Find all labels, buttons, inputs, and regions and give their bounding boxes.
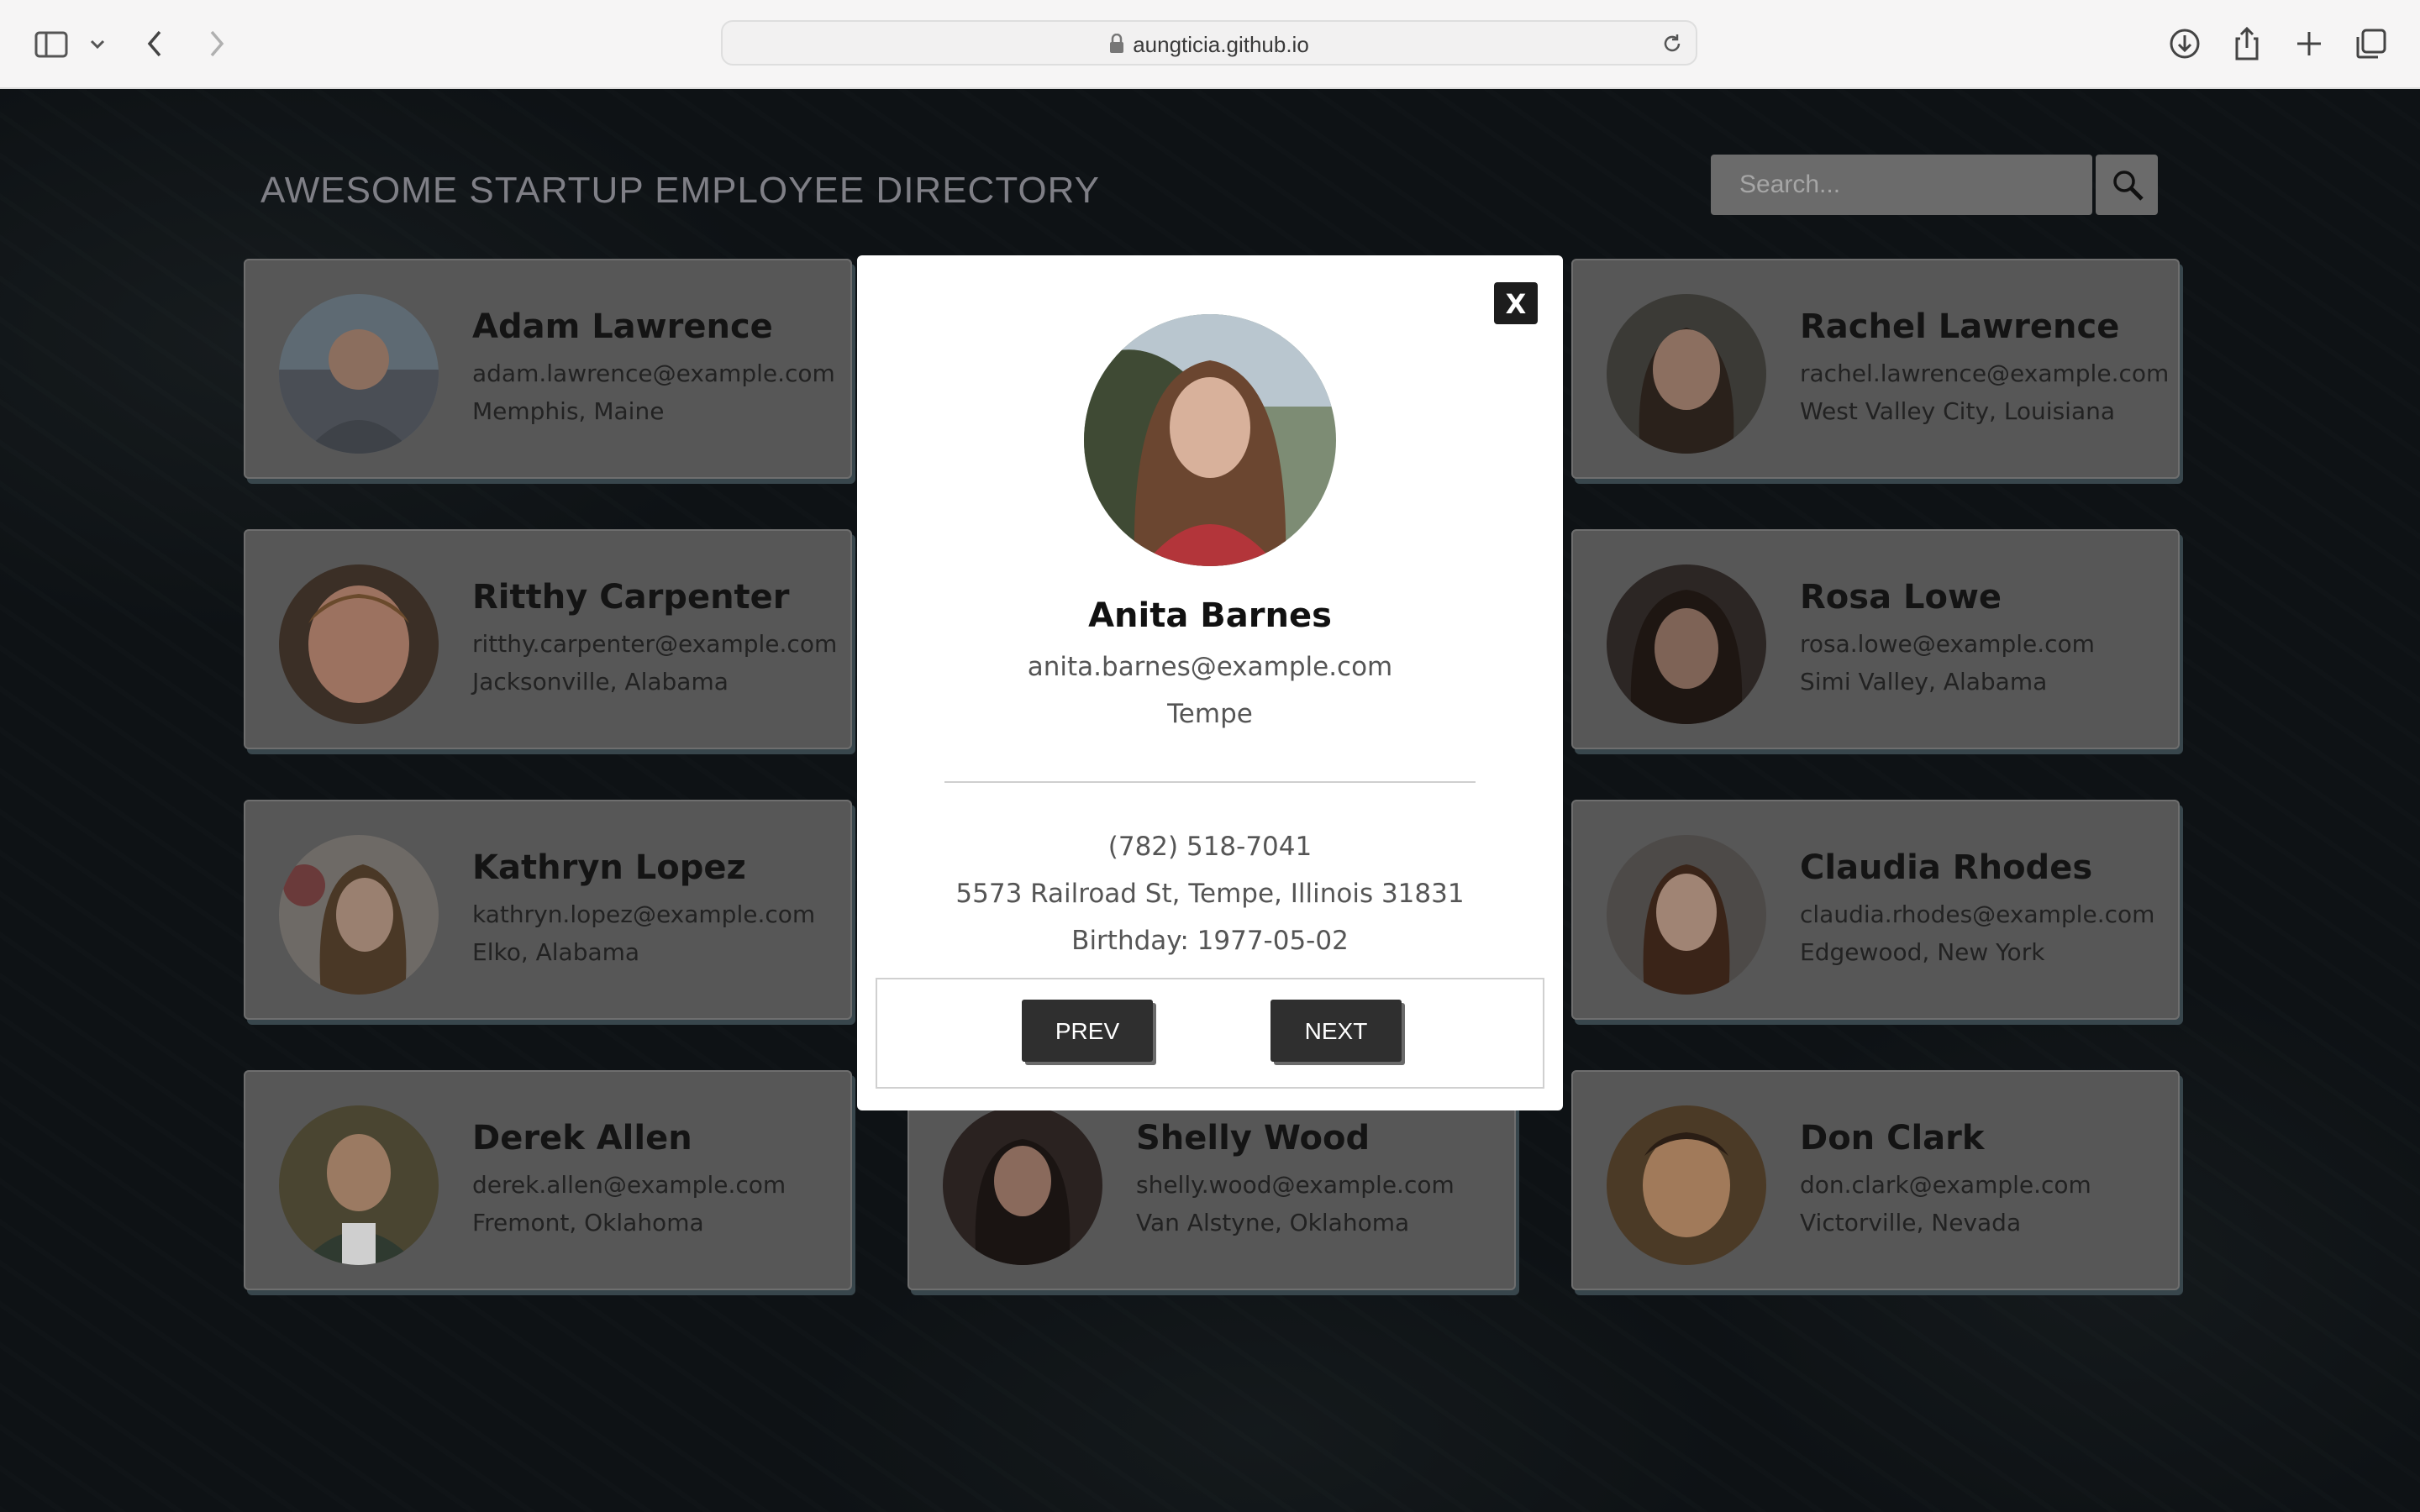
employee-email: derek.allen@example.com — [472, 1171, 786, 1199]
download-icon[interactable] — [2166, 25, 2203, 62]
employee-name: Kathryn Lopez — [472, 848, 746, 887]
new-tab-icon[interactable] — [2291, 25, 2328, 62]
employee-card[interactable]: Rosa Lowe rosa.lowe@example.com Simi Val… — [1571, 529, 2180, 749]
modal-city: Tempe — [1167, 699, 1253, 729]
employee-name: Rachel Lawrence — [1800, 307, 2120, 346]
employee-name: Rosa Lowe — [1800, 578, 2002, 617]
employee-card[interactable]: Don Clark don.clark@example.com Victorvi… — [1571, 1070, 2180, 1290]
avatar — [943, 1105, 1102, 1265]
employee-location: Jacksonville, Alabama — [472, 668, 729, 696]
employee-card[interactable]: Derek Allen derek.allen@example.com Frem… — [244, 1070, 852, 1290]
forward-arrow-icon[interactable] — [198, 25, 235, 62]
avatar — [279, 564, 439, 724]
reload-icon[interactable] — [1660, 32, 1684, 59]
search-input[interactable] — [1711, 155, 2092, 215]
employee-card[interactable]: Claudia Rhodes claudia.rhodes@example.co… — [1571, 800, 2180, 1020]
employee-card[interactable]: Adam Lawrence adam.lawrence@example.com … — [244, 259, 852, 479]
modal-birthday: Birthday: 1977-05-02 — [1071, 926, 1349, 956]
employee-email: shelly.wood@example.com — [1136, 1171, 1455, 1199]
employee-email: rosa.lowe@example.com — [1800, 630, 2095, 658]
search-icon — [2113, 171, 2144, 201]
employee-location: Simi Valley, Alabama — [1800, 668, 2048, 696]
employee-email: rachel.lawrence@example.com — [1800, 360, 2170, 387]
modal-divider — [944, 781, 1476, 783]
share-icon[interactable] — [2228, 25, 2265, 62]
employee-location: Fremont, Oklahoma — [472, 1209, 704, 1236]
employee-location: Van Alstyne, Oklahoma — [1136, 1209, 1410, 1236]
employee-name: Claudia Rhodes — [1800, 848, 2093, 887]
modal-name: Anita Barnes — [1088, 596, 1332, 635]
browser-toolbar: aungticia.github.io — [0, 0, 2420, 89]
chevron-down-icon[interactable] — [87, 25, 124, 62]
next-button[interactable]: NEXT — [1270, 1000, 1402, 1062]
employee-email: don.clark@example.com — [1800, 1171, 2091, 1199]
avatar — [279, 835, 439, 995]
modal-address: 5573 Railroad St, Tempe, Illinois 31831 — [955, 879, 1465, 909]
employee-email: adam.lawrence@example.com — [472, 360, 835, 387]
page-title: AWESOME STARTUP EMPLOYEE DIRECTORY — [260, 170, 1100, 211]
lock-icon — [1109, 33, 1124, 60]
avatar — [279, 1105, 439, 1265]
employee-name: Shelly Wood — [1136, 1119, 1370, 1158]
prev-button[interactable]: PREV — [1022, 1000, 1153, 1062]
avatar — [1607, 835, 1766, 995]
employee-name: Don Clark — [1800, 1119, 1985, 1158]
url-text: aungticia.github.io — [1133, 32, 1309, 57]
avatar — [1607, 1105, 1766, 1265]
employee-name: Derek Allen — [472, 1119, 692, 1158]
employee-location: Victorville, Nevada — [1800, 1209, 2022, 1236]
modal-avatar — [1084, 314, 1336, 566]
search-button[interactable] — [2096, 155, 2158, 215]
employee-email: claudia.rhodes@example.com — [1800, 900, 2155, 928]
avatar — [1607, 294, 1766, 454]
modal-email: anita.barnes@example.com — [1027, 652, 1393, 682]
address-bar[interactable]: aungticia.github.io — [721, 20, 1697, 66]
sidebar-toggle-icon[interactable] — [34, 25, 71, 62]
employee-name: Ritthy Carpenter — [472, 578, 790, 617]
tab-overview-icon[interactable] — [2353, 25, 2390, 62]
employee-card[interactable]: Kathryn Lopez kathryn.lopez@example.com … — [244, 800, 852, 1020]
employee-email: ritthy.carpenter@example.com — [472, 630, 838, 658]
employee-card[interactable]: Ritthy Carpenter ritthy.carpenter@exampl… — [244, 529, 852, 749]
employee-name: Adam Lawrence — [472, 307, 773, 346]
back-arrow-icon[interactable] — [138, 25, 175, 62]
modal-navigation: PREV NEXT — [876, 978, 1544, 1089]
page-content: AWESOME STARTUP EMPLOYEE DIRECTORY Adam … — [0, 89, 2420, 1512]
employee-location: West Valley City, Louisiana — [1800, 397, 2116, 425]
employee-email: kathryn.lopez@example.com — [472, 900, 816, 928]
employee-card[interactable]: Rachel Lawrence rachel.lawrence@example.… — [1571, 259, 2180, 479]
close-button[interactable]: X — [1494, 282, 1538, 324]
modal-phone: (782) 518-7041 — [1107, 832, 1313, 862]
employee-location: Memphis, Maine — [472, 397, 665, 425]
avatar — [1607, 564, 1766, 724]
avatar — [279, 294, 439, 454]
employee-modal: X Anita Barnes anita.barnes@example.com … — [857, 255, 1563, 1110]
employee-location: Elko, Alabama — [472, 938, 640, 966]
employee-location: Edgewood, New York — [1800, 938, 2045, 966]
